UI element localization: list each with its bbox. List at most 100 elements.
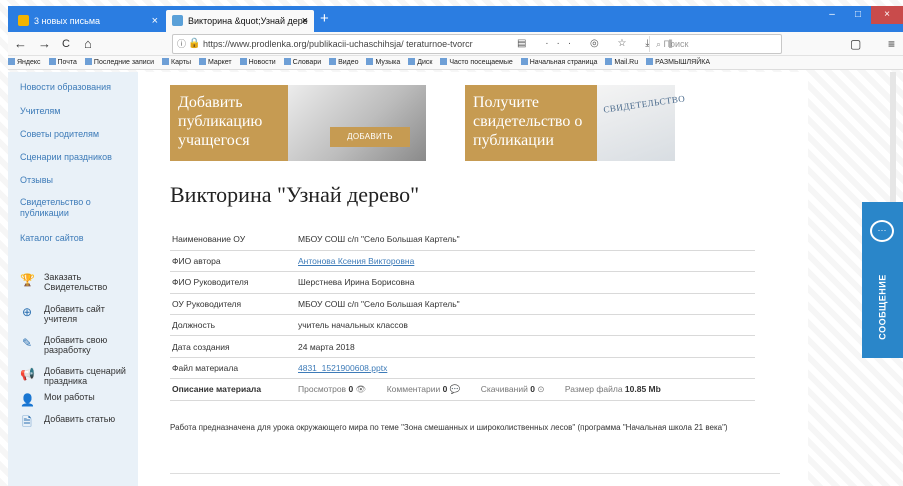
forward-button[interactable]: →: [38, 35, 51, 53]
add-button[interactable]: ДОБАВИТЬ: [330, 127, 410, 147]
edit-icon: ✎: [21, 336, 33, 350]
sidebar-link-catalog[interactable]: Каталог сайтов: [20, 233, 84, 244]
table-row: Файл материала 4831_1521900608.pptx: [170, 357, 755, 380]
plus-circle-icon: ⊕: [21, 305, 33, 319]
comment-icon: 💬: [449, 383, 461, 394]
bookmark-item[interactable]: Диск: [408, 56, 432, 69]
certificate-image: СВИДЕТЕЛЬСТВО: [597, 85, 686, 161]
bookmark-icon: [84, 58, 92, 65]
bookmark-item[interactable]: Почта: [48, 56, 77, 69]
bookmark-item[interactable]: Словари: [283, 56, 321, 69]
minimize-button[interactable]: –: [819, 6, 845, 24]
sidebar-action-add-site[interactable]: ⊕ Добавить сайт учителя: [20, 304, 134, 324]
chat-bubble-icon: ···: [870, 220, 894, 242]
sidebar-link-parents[interactable]: Советы родителям: [20, 129, 99, 140]
main-content: Добавить публикацию учащегося ДОБАВИТЬ П…: [138, 72, 808, 486]
message-widget[interactable]: ··· СООБЩЕНИЕ: [862, 202, 903, 358]
material-description: Работа предназначена для урока окружающе…: [170, 423, 728, 432]
certificate-banner[interactable]: Получите свидетельство о публикации СВИД…: [465, 85, 686, 161]
bookmark-item[interactable]: Новости: [239, 56, 276, 69]
sidebar-link-teachers[interactable]: Учителям: [20, 106, 60, 117]
bookmark-item[interactable]: Mail.Ru: [605, 56, 638, 69]
sidebar-action-order-certificate[interactable]: 🏆 Заказать Свидетельство: [20, 272, 134, 292]
search-input[interactable]: ⌕ Поиск: [649, 36, 779, 52]
site-sidebar: Новости образования Учителям Советы роди…: [8, 72, 138, 486]
bookmark-icon: [329, 58, 337, 65]
window-controls: – □ ×: [819, 6, 903, 24]
bookmark-icon: [366, 58, 374, 65]
laptop-image: [288, 85, 426, 161]
bookmarks-bar: Яндекс Почта Последние записи Карты Марк…: [8, 56, 903, 70]
bookmark-icon: [283, 58, 291, 65]
sidebar-action-my-works[interactable]: 👤 Мои работы: [20, 392, 134, 407]
address-bar[interactable]: ⓘ 🔒 https://www.prodlenka.org/publikacii…: [172, 34, 782, 54]
views-stat: Просмотров 0 👁: [298, 383, 367, 394]
table-row: Описание материала Просмотров 0 👁 Коммен…: [170, 378, 755, 401]
bookmark-icon: [646, 58, 654, 65]
close-window-button[interactable]: ×: [871, 6, 903, 24]
sidebar-action-add-article[interactable]: 🗎 Добавить статью: [20, 414, 134, 429]
banner-text: Получите свидетельство о публикации: [473, 94, 583, 149]
url-text[interactable]: https://www.prodlenka.org/publikacii-uch…: [203, 35, 493, 53]
bookmark-item[interactable]: Видео: [329, 56, 359, 69]
page-title: Викторина "Узнай дерево": [170, 182, 420, 207]
close-tab-icon[interactable]: ×: [152, 10, 158, 32]
back-button[interactable]: ←: [14, 35, 27, 53]
bookmark-item[interactable]: Часто посещаемые: [440, 56, 513, 69]
tab-label: 3 новых письма: [34, 16, 101, 26]
bookmark-item[interactable]: Начальная страница: [520, 56, 597, 69]
bookmark-item[interactable]: Карты: [162, 56, 191, 69]
sidebar-action-add-scenario[interactable]: 📢 Добавить сценарий праздника: [20, 366, 134, 386]
bookmark-icon: [198, 58, 206, 65]
home-button[interactable]: ⌂: [84, 35, 92, 53]
new-tab-button[interactable]: +: [320, 10, 329, 28]
tab-quiz[interactable]: Викторина &quot;Узнай дере ×: [166, 10, 314, 32]
sidebar-link-news[interactable]: Новости образования: [20, 82, 111, 93]
megaphone-icon: 📢: [20, 367, 35, 381]
maximize-button[interactable]: □: [845, 6, 871, 24]
author-link[interactable]: Антонова Ксения Викторовна: [298, 256, 414, 266]
table-row: ОУ Руководителя МБОУ СОШ с/п "Село Больша…: [170, 293, 755, 316]
bookmark-item[interactable]: Маркет: [198, 56, 232, 69]
sidebar-link-scenarios[interactable]: Сценарии праздников: [20, 152, 112, 163]
search-placeholder: Поиск: [663, 39, 689, 49]
filesize-stat: Размер файла 10.85 Mb: [564, 383, 661, 394]
comments-stat: Комментарии 0 💬: [386, 383, 461, 394]
bookmark-icon: [48, 58, 56, 65]
bookmark-item[interactable]: Яндекс: [8, 56, 41, 69]
sidebar-link-reviews[interactable]: Отзывы: [20, 175, 53, 186]
bookmark-item[interactable]: Последние записи: [84, 56, 154, 69]
add-publication-banner[interactable]: Добавить публикацию учащегося ДОБАВИТЬ: [170, 85, 426, 161]
table-row: Наименование ОУ МБОУ СОШ с/п "Село Больша…: [170, 229, 755, 251]
site-favicon-icon: [172, 15, 183, 26]
trophy-icon: 🏆: [20, 273, 35, 287]
certificate-image-text: СВИДЕТЕЛЬСТВО: [602, 93, 686, 115]
browser-window: 3 новых письма × Викторина &quot;Узнай д…: [0, 0, 903, 486]
scrollbar[interactable]: [890, 72, 896, 202]
tab-bar: 3 новых письма × Викторина &quot;Узнай д…: [8, 6, 903, 32]
material-info-table: Наименование ОУ МБОУ СОШ с/п "Село Больша…: [170, 229, 755, 401]
downloads-stat: Скачиваний 0 ⊙: [480, 383, 545, 394]
table-row: ФИО автора Антонова Ксения Викторовна: [170, 250, 755, 273]
sidebar-link-certificate[interactable]: Свидетельство о публикации: [20, 197, 120, 219]
bookmark-icon: [408, 58, 416, 65]
bookmark-icon: [440, 58, 448, 65]
sidebar-action-add-work[interactable]: ✎ Добавить свою разработку: [20, 335, 134, 355]
bookmark-icon: [605, 58, 613, 65]
info-icon[interactable]: ⓘ: [177, 35, 186, 53]
menu-icon[interactable]: ≡: [888, 35, 895, 53]
document-icon: 🗎: [22, 415, 32, 429]
message-widget-label: СООБЩЕНИЕ: [877, 274, 888, 340]
download-icon: ⊙: [537, 383, 545, 394]
file-link[interactable]: 4831_1521900608.pptx: [298, 363, 387, 373]
mail-favicon-icon: [18, 15, 29, 26]
sidebar-toggle-icon[interactable]: ▢: [850, 35, 861, 53]
bookmark-item[interactable]: РАЗМЫШЛЯЙКА: [646, 56, 710, 69]
close-tab-icon[interactable]: ×: [302, 10, 308, 32]
bookmark-icon: [162, 58, 170, 65]
bookmark-item[interactable]: Музыка: [366, 56, 400, 69]
navigation-bar: ← → C ⌂ ⓘ 🔒 https://www.prodlenka.org/pu…: [8, 32, 903, 56]
tab-mail[interactable]: 3 новых письма ×: [12, 10, 164, 32]
table-row: Должность учитель начальных классов: [170, 314, 755, 337]
reload-button[interactable]: C: [62, 35, 70, 53]
